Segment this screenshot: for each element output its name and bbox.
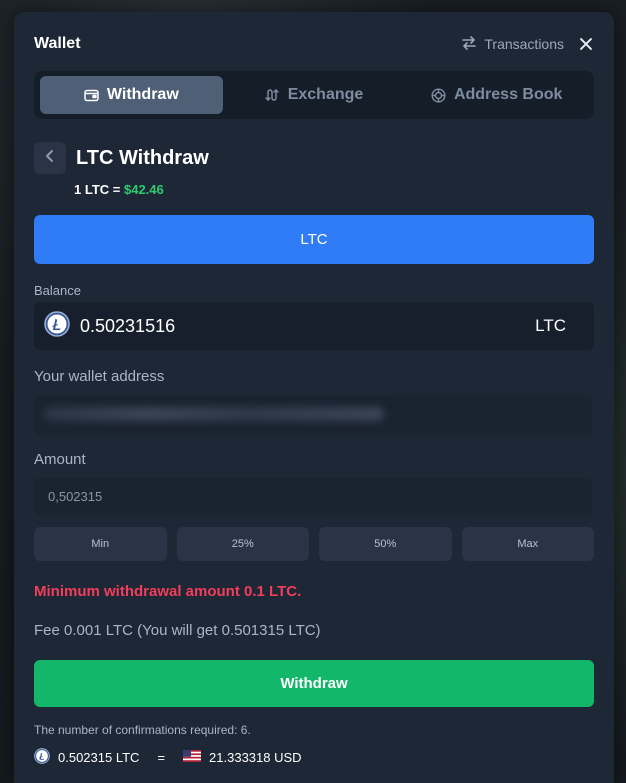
balance-currency: LTC (535, 316, 566, 335)
swap-arrows-icon (461, 35, 477, 53)
litecoin-small-icon (34, 748, 50, 767)
blurred-address (44, 407, 384, 421)
close-icon[interactable] (578, 36, 594, 52)
transactions-label: Transactions (484, 36, 564, 52)
tab-address-book-label: Address Book (453, 86, 563, 103)
rate-prefix: 1 LTC = (74, 182, 121, 197)
exchange-rate: 1 LTC = $42.46 (74, 182, 164, 197)
page-title: LTC Withdraw (76, 146, 209, 169)
litecoin-icon (44, 310, 70, 342)
error-message: Minimum withdrawal amount 0.1 LTC. (34, 583, 302, 600)
balance-label: Balance (34, 283, 81, 298)
amount-label: Amount (34, 451, 86, 468)
modal-header: Wallet Transactions (34, 34, 594, 54)
quick-amount-buttons: Min 25% 50% Max (34, 527, 594, 561)
25-percent-button[interactable]: 25% (176, 527, 309, 561)
balance-display: 0.50231516 LTC (34, 302, 594, 350)
tab-exchange[interactable]: Exchange (223, 76, 406, 114)
address-book-icon (431, 87, 446, 103)
withdraw-subheader: LTC Withdraw (34, 142, 209, 174)
min-button[interactable]: Min (34, 527, 167, 561)
wallet-address-label: Your wallet address (34, 368, 165, 385)
tab-exchange-label: Exchange (287, 86, 364, 103)
us-flag-icon (183, 750, 202, 765)
amount-input[interactable]: 0,502315 (34, 478, 592, 515)
50-percent-button[interactable]: 50% (319, 527, 452, 561)
confirmations-text: The number of confirmations required: 6. (34, 723, 251, 737)
wallet-icon (84, 88, 99, 102)
wallet-modal: Wallet Transactions Withdraw Exchange Ad… (14, 12, 614, 783)
header-actions: Transactions (461, 35, 594, 53)
coin-select-button[interactable]: LTC (34, 215, 594, 264)
wallet-tabs: Withdraw Exchange Address Book (34, 71, 594, 119)
summary-usd-amount: 21.333318 USD (209, 750, 302, 765)
tab-address-book[interactable]: Address Book (405, 76, 588, 114)
back-button[interactable] (34, 142, 66, 174)
withdraw-button[interactable]: Withdraw (34, 660, 594, 707)
exchange-icon (264, 88, 280, 102)
summary-equals: = (157, 750, 166, 765)
balance-value: 0.50231516 (80, 315, 176, 336)
fee-text: Fee 0.001 LTC (You will get 0.501315 LTC… (34, 622, 321, 639)
transactions-link[interactable]: Transactions (461, 35, 564, 53)
chevron-left-icon (45, 149, 55, 168)
tab-withdraw-label: Withdraw (106, 86, 179, 103)
wallet-address-input[interactable] (34, 395, 592, 435)
tab-withdraw[interactable]: Withdraw (40, 76, 223, 114)
modal-title: Wallet (34, 35, 81, 52)
conversion-summary: 0.502315 LTC = 21.333318 USD (34, 748, 302, 767)
summary-ltc-amount: 0.502315 LTC (58, 750, 140, 765)
max-button[interactable]: Max (461, 527, 594, 561)
rate-price: $42.46 (123, 182, 164, 197)
